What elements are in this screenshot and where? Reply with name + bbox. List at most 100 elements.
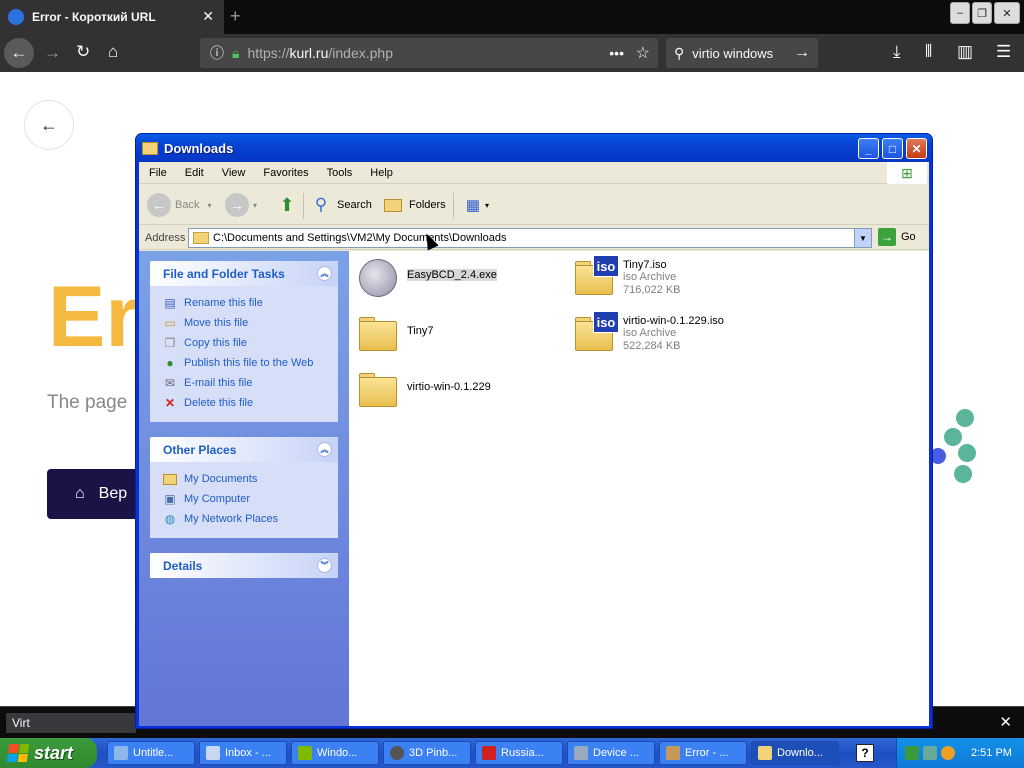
folder-item[interactable]: virtio-win-0.1.229 xyxy=(355,367,491,413)
file-item[interactable]: EasyBCD_2.4.exe xyxy=(355,255,497,301)
taskbar-item[interactable]: Russia... xyxy=(475,741,563,765)
reload-icon[interactable]: ↻ xyxy=(76,42,90,62)
find-close-icon[interactable]: ✕ xyxy=(999,713,1012,731)
file-tasks-header[interactable]: File and Folder Tasks ︽ xyxy=(150,261,338,286)
taskbar-label: Device ... xyxy=(593,747,639,759)
views-icon: ▦ xyxy=(465,197,481,214)
collapse-chevron-icon[interactable]: ︽ xyxy=(317,266,332,281)
browser-tab[interactable]: Error - Короткий URL ✕ xyxy=(0,0,224,34)
menu-help[interactable]: Help xyxy=(360,167,401,179)
url-domain: kurl.ru xyxy=(289,45,329,61)
address-input[interactable]: C:\Documents and Settings\VM2\My Documen… xyxy=(188,228,872,248)
url-bar[interactable]: ⓘ 🔒︎ https://kurl.ru/index.php ••• ☆ xyxy=(200,38,658,68)
xp-close-button[interactable]: ✕ xyxy=(906,138,927,159)
address-value: C:\Documents and Settings\VM2\My Documen… xyxy=(213,232,507,244)
home-icon[interactable]: ⌂ xyxy=(108,42,118,62)
maximize-button[interactable]: ❐ xyxy=(972,2,992,24)
security-tray-icon[interactable] xyxy=(923,746,937,760)
forward-button[interactable]: → ▾ xyxy=(225,191,257,219)
expand-chevron-icon[interactable]: ︾ xyxy=(317,558,332,573)
taskbar-item[interactable]: 3D Pinb... xyxy=(383,741,471,765)
lock-icon: 🔒︎ xyxy=(232,44,240,61)
menu-view[interactable]: View xyxy=(212,167,254,179)
forward-arrow-icon[interactable]: → xyxy=(44,43,61,63)
back-arrow-icon[interactable]: ← xyxy=(4,38,34,68)
collapse-chevron-icon[interactable]: ︽ xyxy=(317,442,332,457)
folder-icon xyxy=(193,232,209,244)
taskbar-item[interactable]: Untitle... xyxy=(107,741,195,765)
bookmark-star-icon[interactable]: ☆ xyxy=(636,43,650,63)
taskbar-item[interactable]: Device ... xyxy=(567,741,655,765)
task-move[interactable]: ▭ Move this file xyxy=(162,313,326,333)
xp-maximize-button[interactable]: □ xyxy=(882,138,903,159)
start-button[interactable]: start xyxy=(0,738,97,768)
home-button[interactable]: ⌂ Вер xyxy=(47,469,147,519)
file-size: 522,284 KB xyxy=(623,340,681,352)
file-item[interactable]: iso virtio-win-0.1.229.iso iso Archive 5… xyxy=(571,311,724,357)
home-icon: ⌂ xyxy=(75,485,85,502)
views-button[interactable]: ▦ ▾ xyxy=(461,191,489,219)
file-tasks-title: File and Folder Tasks xyxy=(163,266,285,281)
forward-dropdown-icon[interactable]: ▾ xyxy=(253,201,257,210)
file-item[interactable]: iso Tiny7.iso iso Archive 716,022 KB xyxy=(571,255,681,301)
menu-icon[interactable]: ☰ xyxy=(996,42,1011,62)
go-button[interactable]: → Go xyxy=(878,228,916,246)
new-tab-icon[interactable]: + xyxy=(230,6,241,27)
back-dropdown-icon[interactable]: ▾ xyxy=(207,201,211,210)
downloads-icon[interactable]: ⤓ xyxy=(893,42,901,62)
page-back-button[interactable]: ← xyxy=(24,100,74,150)
help-icon[interactable]: ? xyxy=(856,744,874,762)
file-list: EasyBCD_2.4.exe iso Tiny7.iso iso Archiv… xyxy=(349,251,929,726)
sidebar-icon[interactable]: ▥ xyxy=(957,42,973,62)
details-header[interactable]: Details ︾ xyxy=(150,553,338,578)
other-places-header[interactable]: Other Places ︽ xyxy=(150,437,338,462)
network-tray-icon[interactable] xyxy=(905,746,919,760)
up-folder-button[interactable]: ⬆ xyxy=(275,191,303,219)
explorer-titlebar[interactable]: Downloads _ □ ✕ xyxy=(136,134,932,162)
globe-icon: ● xyxy=(166,356,174,370)
search-go-icon[interactable]: → xyxy=(794,44,810,62)
taskbar: start Untitle... Inbox - ... Windo... 3D… xyxy=(0,738,1024,768)
file-name: virtio-win-0.1.229.iso xyxy=(623,315,724,327)
taskbar-item[interactable]: Error - ... xyxy=(659,741,747,765)
folder-item[interactable]: Tiny7 xyxy=(355,311,434,357)
find-input[interactable]: Virt xyxy=(6,713,136,733)
menu-file[interactable]: File xyxy=(139,167,175,179)
page-actions-icon[interactable]: ••• xyxy=(609,45,624,61)
exe-setup-icon xyxy=(355,255,401,301)
minimize-button[interactable]: – xyxy=(950,2,970,24)
error-heading: Er xyxy=(48,269,139,365)
menu-tools[interactable]: Tools xyxy=(317,167,361,179)
decor-dot xyxy=(954,465,972,483)
menu-edit[interactable]: Edit xyxy=(175,167,212,179)
address-dropdown-icon[interactable]: ▼ xyxy=(854,229,871,247)
site-favicon-icon xyxy=(8,9,24,25)
place-label: My Computer xyxy=(184,493,251,505)
task-publish[interactable]: ● Publish this file to the Web xyxy=(162,353,326,373)
menu-favorites[interactable]: Favorites xyxy=(253,167,316,179)
taskbar-item[interactable]: Windo... xyxy=(291,741,379,765)
place-my-network[interactable]: ◍ My Network Places xyxy=(162,509,326,529)
tab-close-icon[interactable]: ✕ xyxy=(202,8,214,25)
search-tray-icon[interactable] xyxy=(941,746,955,760)
toolbar: ← Back ▾ → ▾ ⬆ ⚲ Search Folders ▦ ▾ xyxy=(139,185,929,225)
xp-minimize-button[interactable]: _ xyxy=(858,138,879,159)
place-my-computer[interactable]: ▣ My Computer xyxy=(162,489,326,509)
info-icon[interactable]: ⓘ xyxy=(210,43,224,63)
search-bar[interactable]: ⚲ virtio windows → xyxy=(666,38,818,68)
folder-name: virtio-win-0.1.229 xyxy=(407,381,491,393)
task-rename[interactable]: ▤ Rename this file xyxy=(162,293,326,313)
library-icon[interactable]: ⫴ xyxy=(925,42,932,62)
close-button[interactable]: ✕ xyxy=(994,2,1020,24)
search-button[interactable]: ⚲ Search xyxy=(309,191,372,219)
folders-button[interactable]: Folders xyxy=(381,191,446,219)
task-delete[interactable]: ✕ Delete this file xyxy=(162,393,326,413)
back-button[interactable]: ← Back ▾ xyxy=(147,191,211,219)
task-email[interactable]: ✉ E-mail this file xyxy=(162,373,326,393)
taskbar-item[interactable]: Inbox - ... xyxy=(199,741,287,765)
place-my-documents[interactable]: My Documents xyxy=(162,469,326,489)
taskbar-item-active[interactable]: Downlo... xyxy=(751,741,839,765)
forward-icon: → xyxy=(225,193,249,217)
taskbar-label: Windo... xyxy=(317,747,358,759)
task-copy[interactable]: ❐ Copy this file xyxy=(162,333,326,353)
